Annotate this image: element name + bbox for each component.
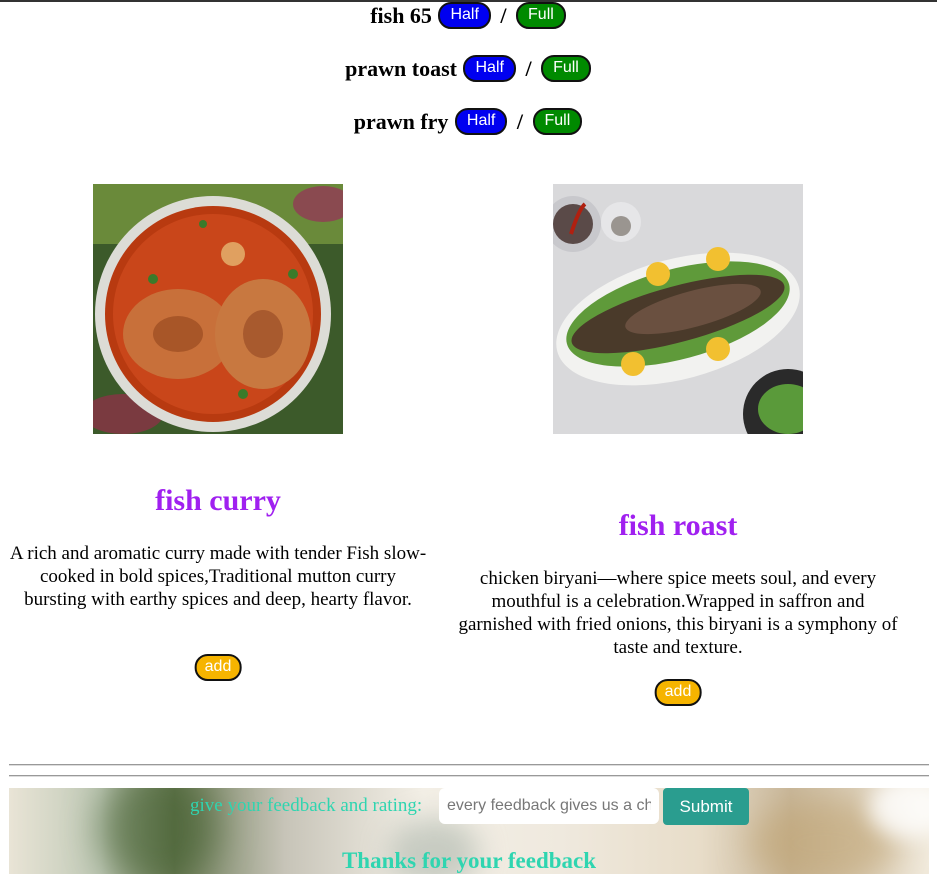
dish-description: A rich and aromatic curry made with tend… — [9, 543, 427, 610]
menu-item-name: fish 65 — [370, 3, 432, 28]
half-button[interactable]: Half — [454, 108, 508, 136]
full-button[interactable]: Full — [532, 108, 583, 136]
menu-item-name: prawn toast — [345, 56, 457, 81]
fish-curry-photo — [93, 184, 343, 434]
dish-description: chicken biryani—where spice meets soul, … — [458, 568, 898, 658]
feedback-label: give your feedback and rating: — [190, 795, 423, 816]
fish-roast-photo — [553, 184, 803, 434]
menu-item-fish-65: fish 65 Half / Full — [0, 2, 937, 31]
full-button[interactable]: Full — [516, 2, 566, 30]
full-button[interactable]: Full — [541, 55, 591, 83]
dish-card-fish-curry: fish curry A rich and aromatic curry mad… — [8, 184, 428, 694]
dish-title: fish roast — [618, 509, 738, 542]
separator: / — [500, 3, 507, 28]
divider — [9, 764, 929, 766]
thanks-message: Thanks for your feedback — [341, 848, 597, 873]
divider — [9, 775, 929, 777]
feedback-input[interactable] — [439, 788, 659, 824]
menu-item-prawn-fry: prawn fry Half / Full — [0, 108, 937, 137]
half-button[interactable]: Half — [438, 2, 491, 30]
separator: / — [516, 109, 523, 134]
add-button[interactable]: add — [194, 654, 242, 681]
submit-button[interactable]: Submit — [663, 788, 749, 825]
half-button[interactable]: Half — [463, 55, 516, 83]
dish-card-fish-roast: fish roast chicken biryani—where spice m… — [448, 184, 908, 714]
add-button[interactable]: add — [654, 679, 702, 706]
menu-item-prawn-toast: prawn toast Half / Full — [0, 55, 937, 84]
menu-item-name: prawn fry — [353, 109, 449, 134]
dish-title: fish curry — [155, 484, 281, 517]
separator: / — [525, 56, 532, 81]
feedback-section: give your feedback and rating: Submit Th… — [9, 788, 929, 874]
